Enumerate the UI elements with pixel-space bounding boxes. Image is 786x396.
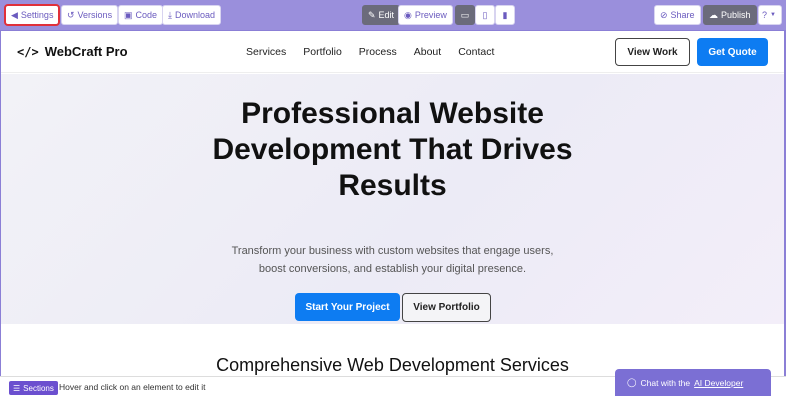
chat-bubble-icon: ◯ <box>627 377 637 387</box>
chevron-down-icon: ▼ <box>770 12 776 18</box>
edit-hint: Hover and click on an element to edit it <box>59 382 206 392</box>
nav-link-process[interactable]: Process <box>359 46 397 58</box>
get-quote-button[interactable]: Get Quote <box>697 38 768 66</box>
desktop-view-button[interactable]: ▭ <box>455 5 475 25</box>
hero-section[interactable]: Professional Website Development That Dr… <box>1 74 784 324</box>
website-preview: </> WebCraft Pro Services Portfolio Proc… <box>1 31 784 376</box>
link-icon: ⊘ <box>660 9 668 20</box>
nav-link-about[interactable]: About <box>414 46 441 58</box>
mobile-icon: ▮ <box>502 9 508 20</box>
preview-mode-button[interactable]: ◉ Preview <box>398 5 453 25</box>
nav-link-services[interactable]: Services <box>246 46 286 58</box>
edit-icon: ✎ <box>368 9 376 20</box>
mobile-view-button[interactable]: ▮ <box>495 5 515 25</box>
view-work-button[interactable]: View Work <box>615 38 690 66</box>
site-navbar: </> WebCraft Pro Services Portfolio Proc… <box>1 31 784 73</box>
site-menu: Services Portfolio Process About Contact <box>246 46 494 58</box>
logo-text: WebCraft Pro <box>44 44 128 59</box>
download-button[interactable]: ⤓ Download <box>162 5 222 25</box>
editor-toolbar: ◀ Settings ↺ Versions ▣ Code ⤓ Download … <box>0 0 786 30</box>
desktop-icon: ▭ <box>460 9 470 20</box>
publish-button[interactable]: ☁ Publish <box>703 5 757 25</box>
help-button[interactable]: ? ▼ <box>758 5 782 25</box>
history-icon: ↺ <box>67 9 75 20</box>
versions-button[interactable]: ↺ Versions <box>61 5 119 25</box>
chat-prefix: Chat with the <box>640 377 691 388</box>
download-icon: ⤓ <box>168 9 172 20</box>
share-button[interactable]: ⊘ Share <box>654 5 701 25</box>
hero-title[interactable]: Professional Website Development That Dr… <box>161 96 624 204</box>
back-arrow-icon: ◀ <box>11 9 18 20</box>
ai-chat-button[interactable]: ◯ Chat with the AI Developer <box>615 369 771 396</box>
settings-button[interactable]: ◀ Settings <box>3 4 61 26</box>
tablet-view-button[interactable]: ▯ <box>475 5 495 25</box>
view-portfolio-button[interactable]: View Portfolio <box>402 293 491 322</box>
sections-button[interactable]: ☰ Sections <box>9 381 58 395</box>
cloud-upload-icon: ☁ <box>709 9 718 20</box>
lock-icon: ▣ <box>124 9 133 20</box>
nav-link-portfolio[interactable]: Portfolio <box>303 46 342 58</box>
eye-icon: ◉ <box>404 9 412 20</box>
site-logo[interactable]: </> WebCraft Pro <box>17 44 128 59</box>
edit-mode-button[interactable]: ✎ Edit <box>362 5 401 25</box>
help-icon: ? <box>762 9 768 20</box>
start-project-button[interactable]: Start Your Project <box>295 293 400 321</box>
list-icon: ☰ <box>13 383 21 393</box>
nav-link-contact[interactable]: Contact <box>458 46 494 58</box>
code-button[interactable]: ▣ Code <box>118 5 164 25</box>
chat-link[interactable]: AI Developer <box>694 378 743 388</box>
tablet-icon: ▯ <box>482 9 488 20</box>
hero-subtitle[interactable]: Transform your business with custom webs… <box>231 242 554 278</box>
code-icon: </> <box>17 44 39 59</box>
